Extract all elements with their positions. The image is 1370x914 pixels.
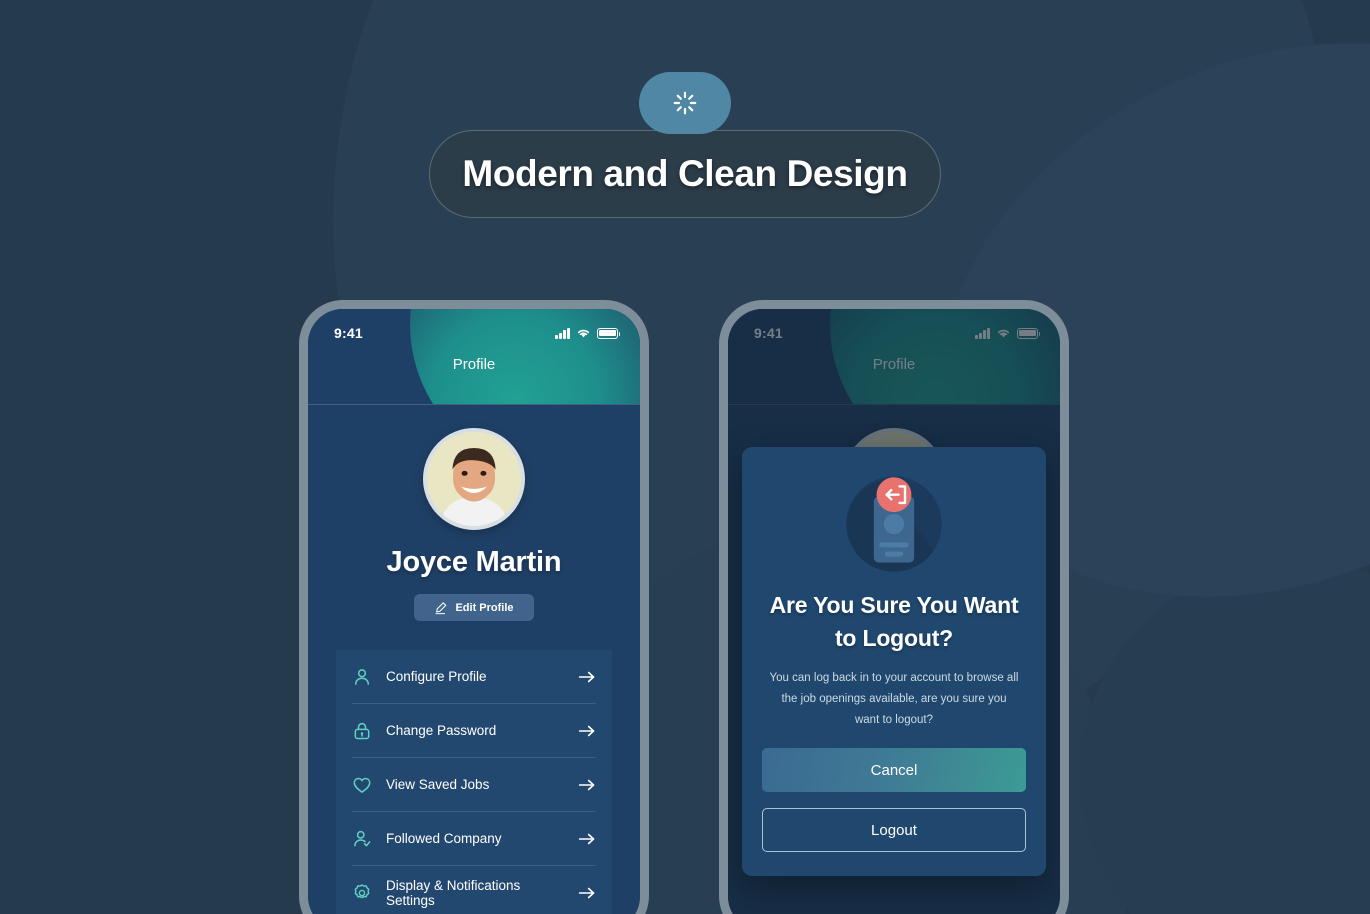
- screenshot-stage: Modern and Clean Design 9:41 Profile Joy…: [0, 0, 1370, 914]
- arrow-right-icon: [578, 779, 595, 790]
- background-blob-corner: [1080, 560, 1370, 914]
- menu-item-label: Change Password: [386, 723, 497, 738]
- edit-profile-button[interactable]: Edit Profile: [414, 594, 534, 621]
- profile-block: Joyce Martin Edit Profile: [308, 405, 640, 621]
- arrow-right-icon: [578, 887, 595, 899]
- status-time: 9:41: [334, 325, 363, 341]
- menu-item-label: Followed Company: [386, 831, 502, 846]
- edit-profile-label: Edit Profile: [455, 601, 514, 614]
- gear-icon: [354, 884, 370, 899]
- user-check-icon: [354, 830, 371, 846]
- profile-screen: 9:41 Profile Joyce Martin Edit Profile C…: [308, 309, 640, 914]
- user-avatar-photo: [427, 432, 521, 526]
- banner-pill: Modern and Clean Design: [429, 130, 941, 218]
- profile-header: 9:41 Profile: [308, 309, 640, 405]
- menu-item-label: View Saved Jobs: [386, 777, 490, 792]
- phone-profile: 9:41 Profile Joyce Martin Edit Profile C…: [299, 300, 649, 914]
- loading-spinner-icon: [673, 91, 697, 115]
- wifi-icon: [577, 329, 590, 338]
- status-bar: 9:41: [308, 309, 640, 341]
- cellular-signal-icon: [555, 327, 570, 339]
- arrow-right-icon: [578, 671, 595, 682]
- user-icon: [355, 668, 369, 685]
- lock-icon: [354, 722, 370, 739]
- menu-item-followed-company[interactable]: Followed Company: [352, 812, 596, 866]
- battery-icon: [597, 327, 621, 339]
- modal-body: You can log back in to your account to b…: [769, 671, 1019, 727]
- arrow-right-icon: [578, 833, 595, 844]
- modal-title: Are You Sure You Want to Logout?: [769, 592, 1019, 652]
- logout-button[interactable]: Logout: [762, 808, 1026, 853]
- pencil-edit-icon: [436, 601, 447, 614]
- heart-icon: [353, 777, 371, 793]
- logout-modal: Are You Sure You Want to Logout? You can…: [742, 447, 1046, 877]
- profile-menu-list: Configure Profile Change Password View S…: [336, 650, 612, 914]
- menu-item-change-password[interactable]: Change Password: [352, 704, 596, 758]
- menu-item-view-saved-jobs[interactable]: View Saved Jobs: [352, 758, 596, 812]
- menu-item-label: Display & Notifications Settings: [386, 878, 521, 908]
- arrow-right-icon: [578, 725, 595, 736]
- user-name: Joyce Martin: [386, 546, 562, 578]
- logout-illustration-icon: [846, 476, 942, 572]
- avatar: [423, 428, 525, 530]
- menu-item-configure-profile[interactable]: Configure Profile: [352, 650, 596, 704]
- menu-item-label: Configure Profile: [386, 669, 487, 684]
- logout-screen: 9:41 Profile: [728, 309, 1060, 914]
- menu-item-display-notifications-settings[interactable]: Display & Notifications Settings: [352, 866, 596, 914]
- status-icons: [555, 327, 621, 339]
- page-title: Profile: [452, 356, 496, 373]
- phone-logout: 9:41 Profile: [719, 300, 1069, 914]
- banner-title: Modern and Clean Design: [462, 153, 908, 194]
- cancel-button[interactable]: Cancel: [762, 748, 1026, 793]
- banner: Modern and Clean Design: [0, 72, 1370, 218]
- banner-badge: [639, 72, 731, 134]
